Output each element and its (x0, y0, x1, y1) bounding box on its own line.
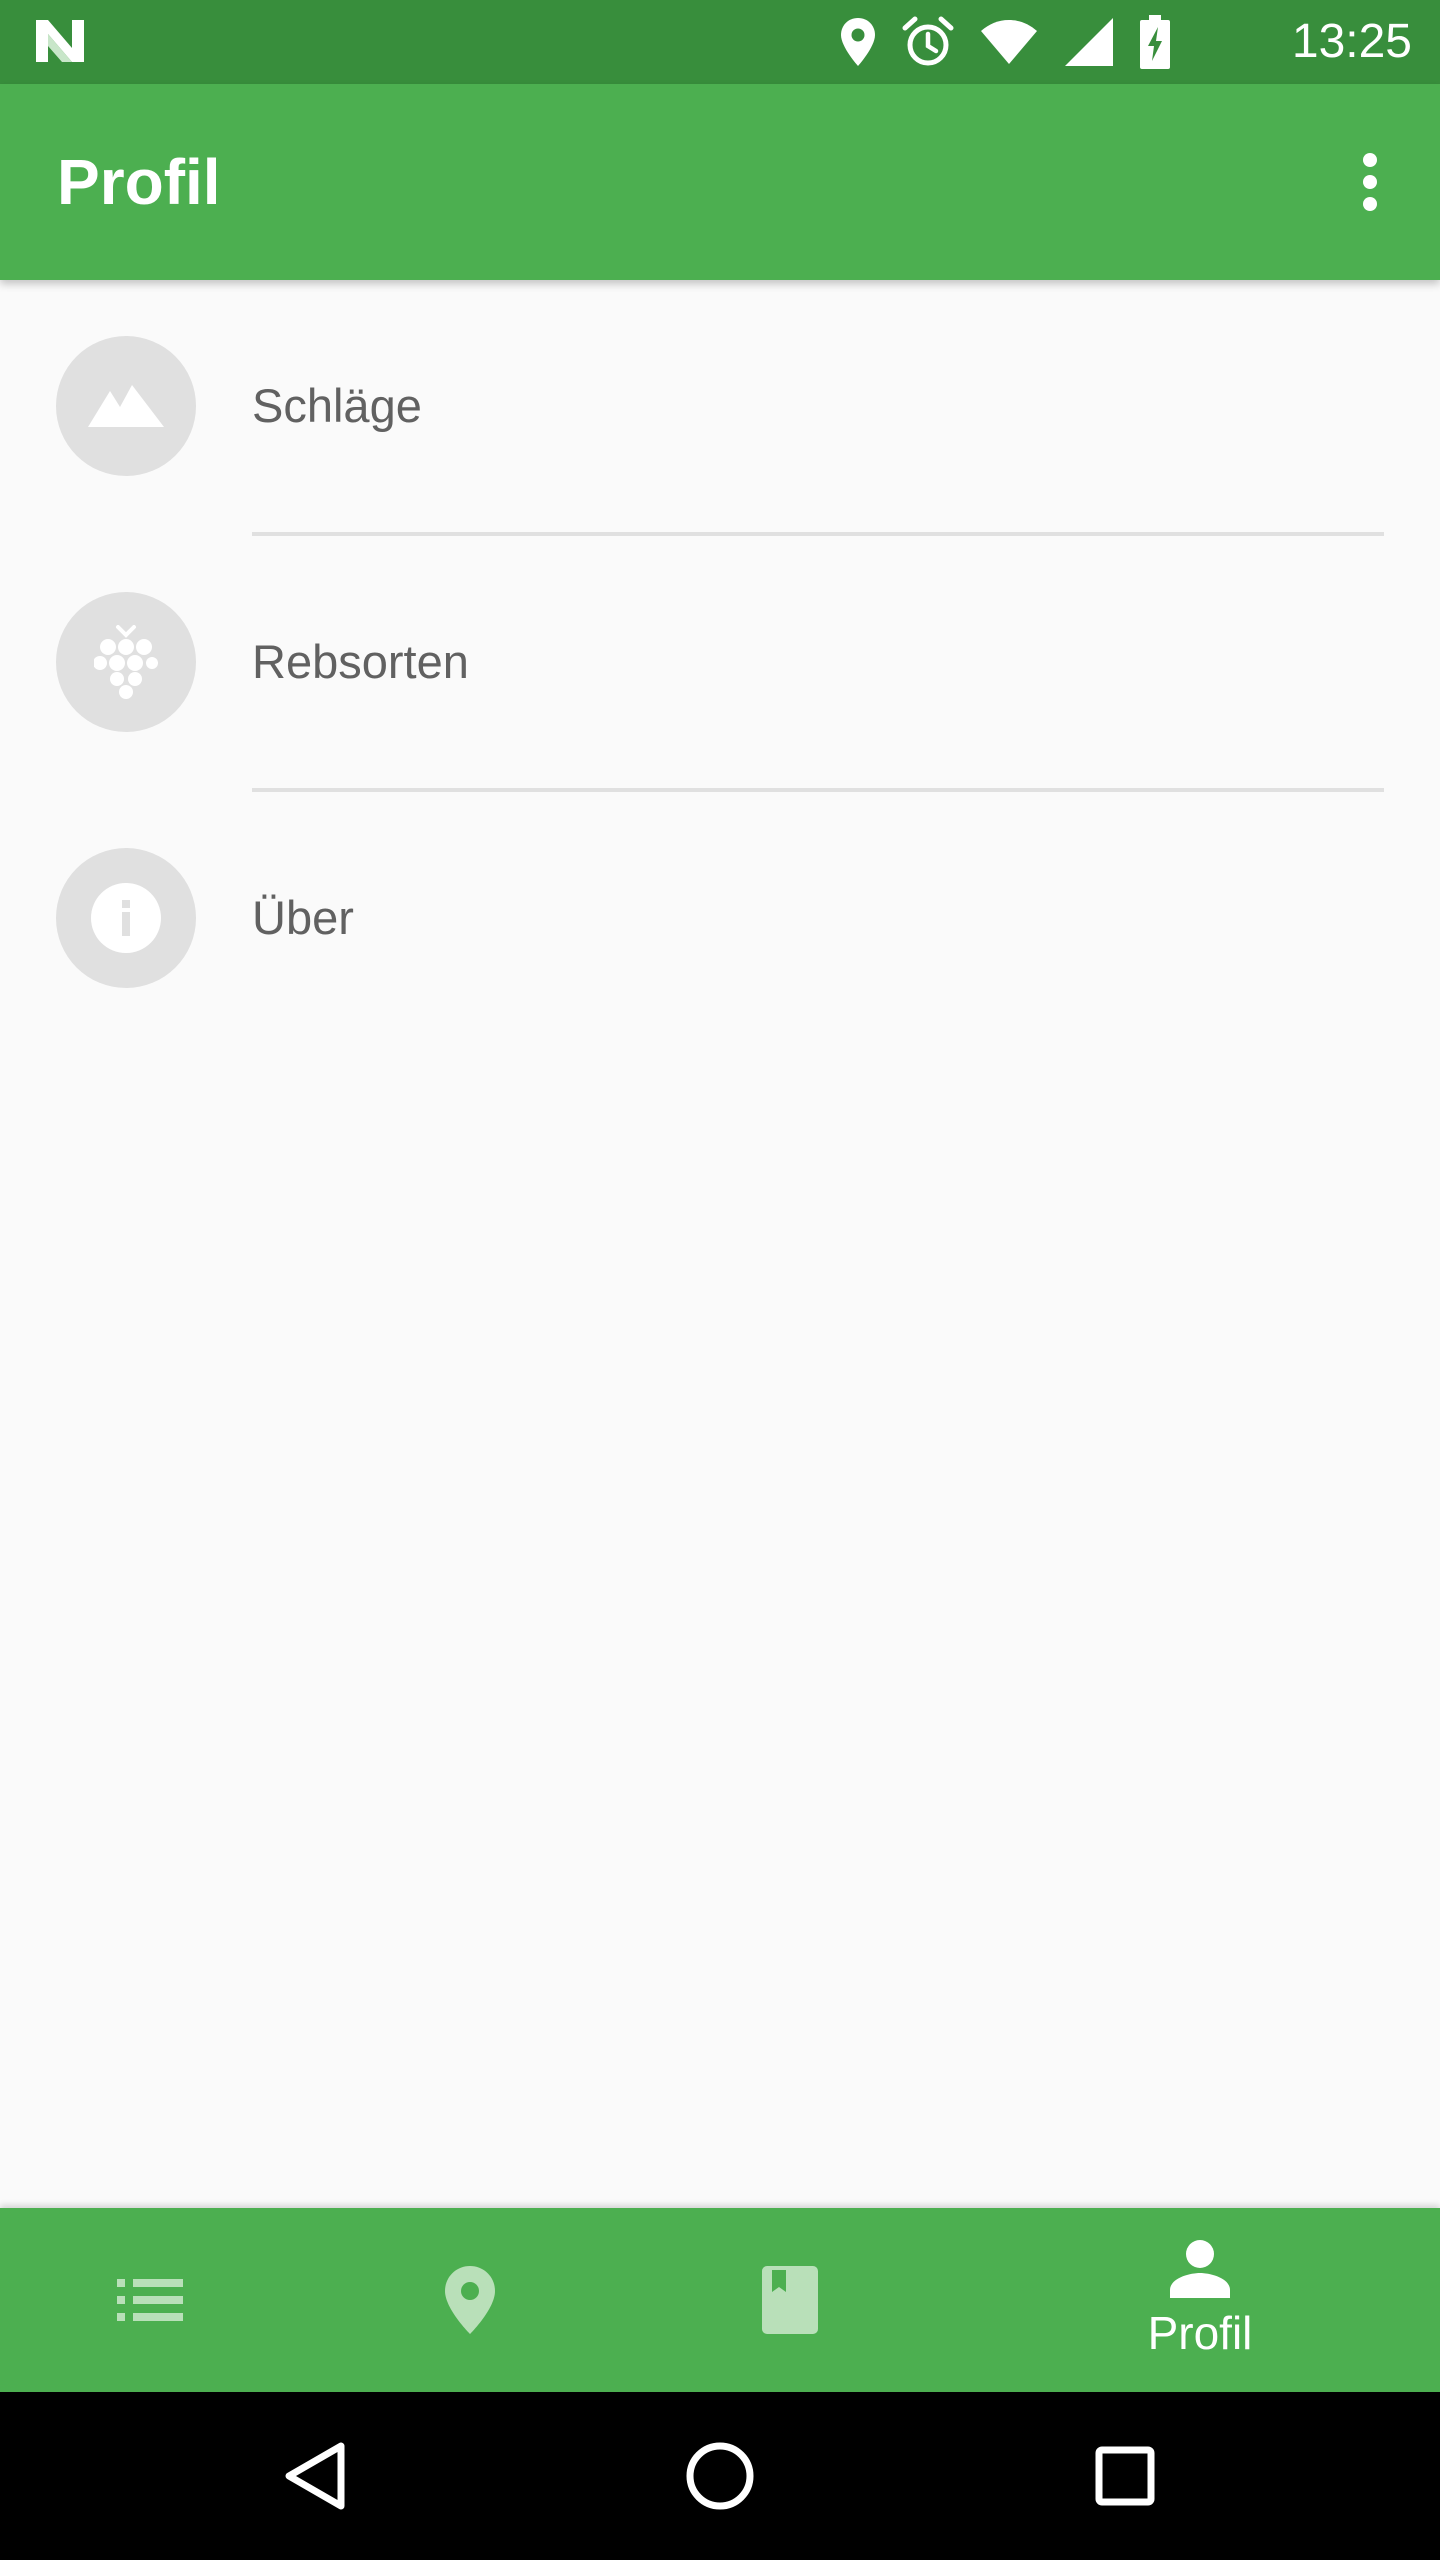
map-pin-icon (445, 2266, 495, 2334)
item-label: Rebsorten (252, 635, 469, 688)
book-icon (762, 2266, 818, 2334)
home-icon (686, 2442, 754, 2510)
nav-item-profil[interactable]: Profil (1040, 2208, 1360, 2392)
battery-charging-icon (1140, 15, 1170, 69)
list-item-schlaege[interactable]: Schläge (0, 280, 1440, 536)
wifi-icon (981, 20, 1037, 64)
nav-item-book[interactable] (640, 2208, 940, 2392)
page-title: Profil (57, 146, 221, 218)
status-time: 13:25 (1291, 15, 1412, 68)
recents-button[interactable] (1075, 2426, 1175, 2526)
profile-list: Schläge Rebsorten Über (0, 280, 1440, 1048)
overflow-menu-button[interactable] (1330, 142, 1410, 222)
back-button[interactable] (265, 2426, 365, 2526)
item-avatar (56, 592, 196, 732)
nav-item-list[interactable] (0, 2208, 300, 2392)
info-icon (91, 883, 161, 953)
location-icon (841, 18, 875, 66)
recents-icon (1095, 2446, 1155, 2506)
item-avatar (56, 848, 196, 988)
status-bar: 13:25 (0, 0, 1440, 84)
screen: 13:25 Profil Schläge Rebsorten Über Prof… (0, 0, 1440, 2560)
more-vert-icon (1363, 153, 1377, 211)
home-button[interactable] (670, 2426, 770, 2526)
nav-item-label: Profil (1147, 2307, 1253, 2359)
status-icons (840, 14, 1170, 70)
back-icon (285, 2442, 345, 2510)
item-label: Über (252, 891, 354, 944)
person-icon (1170, 2240, 1230, 2298)
list-item-rebsorten[interactable]: Rebsorten (0, 536, 1440, 792)
list-item-ueber[interactable]: Über (0, 792, 1440, 1048)
signal-icon (1065, 18, 1113, 66)
alarm-icon (902, 16, 954, 66)
list-icon (117, 2279, 183, 2321)
bottom-navigation: Profil (0, 2208, 1440, 2392)
n-logo-icon (36, 20, 84, 62)
grapes-icon (94, 625, 158, 699)
item-avatar (56, 336, 196, 476)
app-bar: Profil (0, 84, 1440, 280)
system-navigation-bar (0, 2392, 1440, 2560)
nav-item-map[interactable] (320, 2208, 620, 2392)
terrain-icon (88, 385, 164, 427)
item-label: Schläge (252, 379, 422, 432)
